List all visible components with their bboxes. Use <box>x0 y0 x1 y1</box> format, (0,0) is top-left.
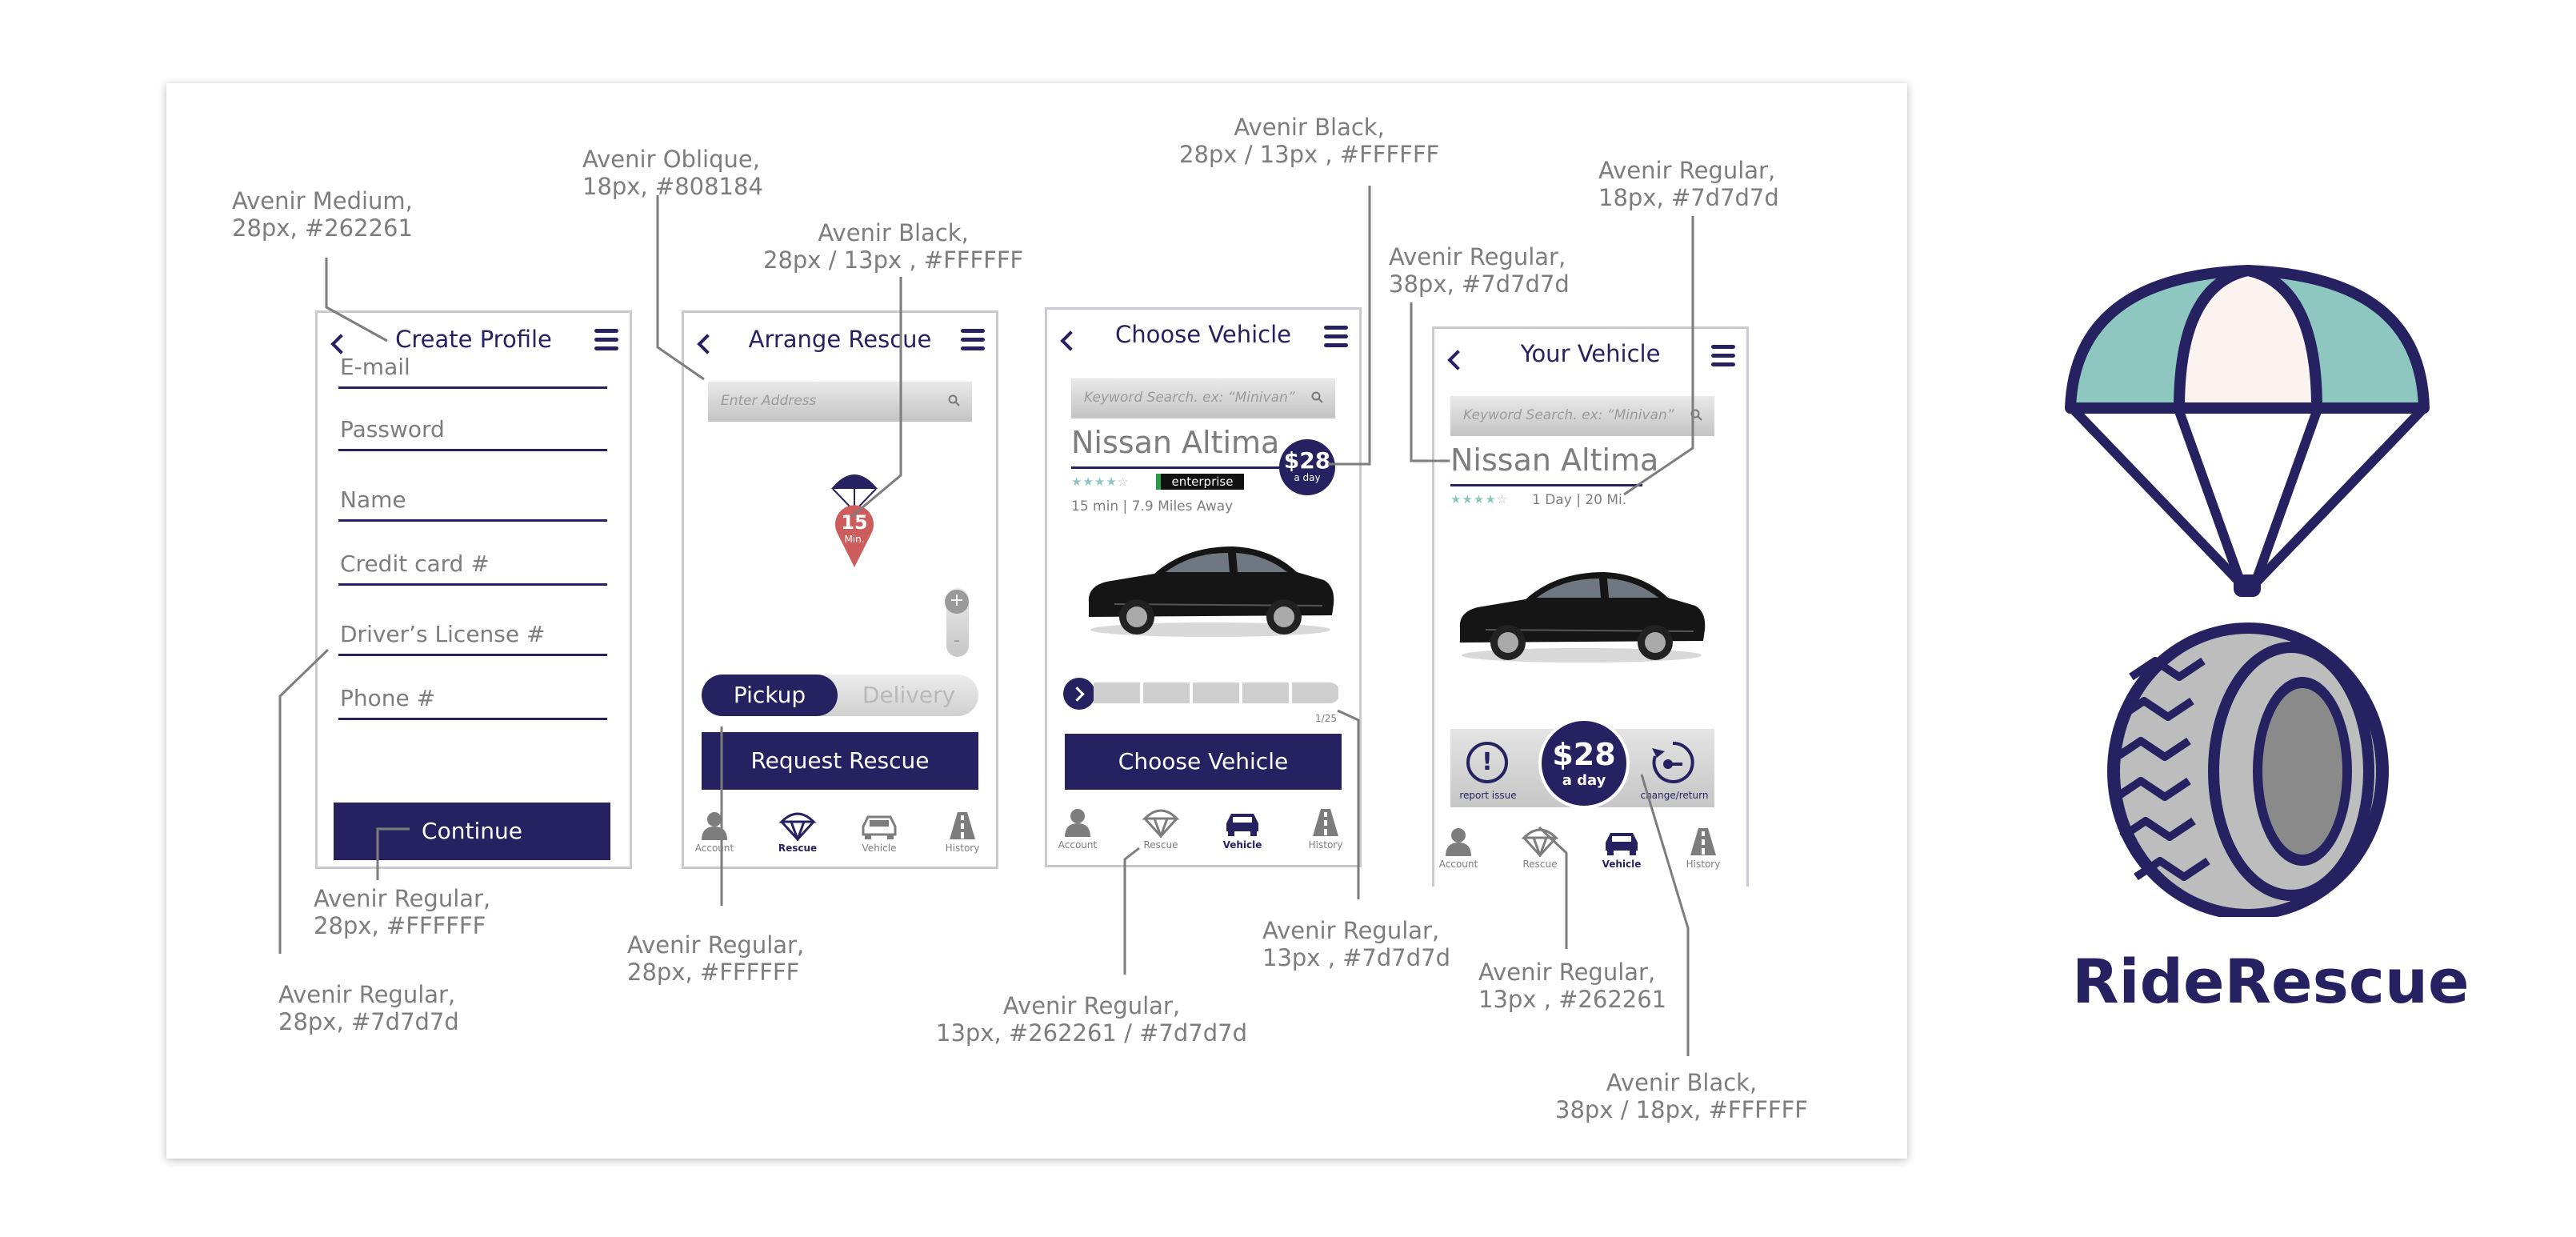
annotation-toggle-font: Avenir Regular, 28px, #FFFFFF <box>627 931 804 986</box>
annotation-meta-font: Avenir Regular, 18px, #7d7d7d <box>1598 157 1779 211</box>
annotation-tab-font: Avenir Regular, 13px, #262261 / #7d7d7d <box>936 992 1247 1047</box>
annotation-address-font: Avenir Oblique, 18px, #808184 <box>582 146 763 200</box>
annotation-pin-font: Avenir Black, 28px / 13px , #FFFFFF <box>763 219 1023 274</box>
annotation-line: 28px, #FFFFFF <box>627 959 800 986</box>
annotation-line: Avenir Black, <box>818 219 969 246</box>
annotation-line: Avenir Medium, <box>232 187 413 214</box>
annotation-line: Avenir Black, <box>1606 1069 1758 1096</box>
annotation-line: Avenir Oblique, <box>582 146 760 173</box>
annotation-action-font: Avenir Regular, 13px , #262261 <box>1478 959 1666 1013</box>
annotation-line: Avenir Regular, <box>1262 917 1440 944</box>
annotation-line: 13px , #262261 <box>1478 986 1667 1013</box>
annotation-line: 28px / 13px , #FFFFFF <box>763 246 1024 274</box>
brand-name: RideRescue <box>2072 946 2470 1017</box>
annotation-line: 38px, #7d7d7d <box>1389 270 1570 298</box>
annotation-line: 18px, #808184 <box>582 173 763 200</box>
annotation-line: Avenir Regular, <box>1598 157 1776 184</box>
annotation-line: 18px, #7d7d7d <box>1598 184 1779 211</box>
annotation-line: Avenir Regular, <box>627 931 805 959</box>
annotation-field-font: Avenir Regular, 28px, #7d7d7d <box>278 981 459 1035</box>
annotation-line: Avenir Regular, <box>1002 992 1181 1019</box>
annotation-continue-font: Avenir Regular, 28px, #FFFFFF <box>314 885 490 939</box>
annotation-counter-font: Avenir Regular, 13px , #7d7d7d <box>1262 917 1450 971</box>
annotation-line: 38px / 18px, #FFFFFF <box>1555 1096 1808 1123</box>
annotation-carname-font: Avenir Regular, 38px, #7d7d7d <box>1389 243 1570 298</box>
annotation-line: Avenir Regular, <box>1478 959 1656 986</box>
annotation-line: Avenir Regular, <box>278 981 456 1008</box>
annotation-line: Avenir Regular, <box>314 885 491 912</box>
annotation-price-font: Avenir Black, 28px / 13px , #FFFFFF <box>1179 114 1439 168</box>
annotation-bigprice-font: Avenir Black, 38px / 18px, #FFFFFF <box>1555 1069 1808 1123</box>
riderescue-logo-icon <box>2065 265 2430 917</box>
annotation-line: Avenir Regular, <box>1389 243 1566 270</box>
annotation-line: 28px, #FFFFFF <box>314 912 486 939</box>
annotation-line: 13px , #7d7d7d <box>1262 944 1451 971</box>
annotation-line: 28px, #262261 <box>232 214 413 242</box>
annotation-line: 13px, #262261 / #7d7d7d <box>936 1019 1247 1047</box>
annotation-title-font: Avenir Medium, 28px, #262261 <box>232 187 413 242</box>
annotation-line: 28px, #7d7d7d <box>278 1008 459 1035</box>
annotation-line: 28px / 13px , #FFFFFF <box>1179 141 1440 168</box>
annotation-line: Avenir Black, <box>1234 114 1385 141</box>
